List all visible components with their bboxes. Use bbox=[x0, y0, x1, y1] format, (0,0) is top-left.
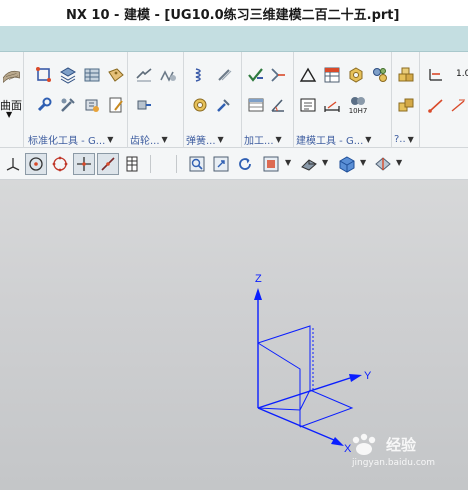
database-grid-icon[interactable] bbox=[82, 65, 102, 85]
x-axis-arrow bbox=[331, 437, 344, 446]
ribbon-group-gear: 齿轮... ▼ bbox=[128, 52, 184, 148]
grid-select-icon[interactable] bbox=[121, 153, 143, 175]
intersection-point-icon[interactable] bbox=[73, 153, 95, 175]
slope-tool-icon[interactable] bbox=[426, 95, 446, 115]
y-axis-label: Y bbox=[364, 370, 372, 382]
ribbon-group-modeling-tools: 10H7 建模工具 - G... ▼ bbox=[294, 52, 392, 148]
point-on-curve-icon[interactable] bbox=[97, 153, 119, 175]
toolbar-separator bbox=[150, 155, 151, 173]
spring-wire-icon[interactable] bbox=[214, 65, 234, 85]
ribbon-group-machining: 加工... ▼ bbox=[242, 52, 294, 148]
window-title: NX 10 - 建模 - [UG10.0练习三维建模二百二十五.prt] bbox=[66, 8, 400, 23]
ribbon-group-spring: 弹簧... ▼ bbox=[184, 52, 242, 148]
group-label-modeling-tools[interactable]: 建模工具 - G... ▼ bbox=[296, 132, 389, 147]
tools-icon[interactable] bbox=[58, 95, 78, 115]
axis-snap-icon[interactable] bbox=[2, 153, 24, 175]
spring-icon[interactable] bbox=[190, 65, 210, 85]
render-style-icon[interactable] bbox=[298, 153, 320, 175]
group-label-standard-tools[interactable]: 标准化工具 - G... ▼ bbox=[28, 132, 125, 147]
frame-icon[interactable] bbox=[34, 65, 54, 85]
watermark-brand: 经验 bbox=[386, 436, 417, 454]
y-axis-arrow bbox=[349, 374, 362, 382]
render-style-dropdown[interactable]: ▼ bbox=[322, 158, 328, 167]
ribbon-group-standard-tools: 标准化工具 - G... ▼ bbox=[26, 52, 128, 148]
angle-tool-icon[interactable] bbox=[268, 95, 288, 115]
dimension-icon[interactable] bbox=[322, 95, 342, 115]
baidu-watermark: 经验 jingyan.baidu.com bbox=[348, 432, 440, 472]
ribbon-group-misc: ?.. ▼ bbox=[392, 52, 420, 148]
y-axis-line bbox=[257, 377, 351, 409]
yz-plane-outline bbox=[257, 325, 311, 390]
baidu-paw-icon bbox=[352, 433, 376, 455]
triangle-icon[interactable] bbox=[298, 65, 318, 85]
parts-group-icon[interactable] bbox=[370, 65, 390, 85]
pan-view-icon[interactable] bbox=[210, 153, 232, 175]
fit-code-label: 10H7 bbox=[348, 107, 368, 115]
view-orientation-dropdown[interactable]: ▼ bbox=[285, 158, 291, 167]
layers-icon[interactable] bbox=[58, 65, 78, 85]
group-label-misc[interactable]: ?.. ▼ bbox=[394, 132, 417, 146]
boxes-icon[interactable] bbox=[396, 65, 416, 85]
gear-mesh-icon[interactable] bbox=[134, 65, 154, 85]
graphics-viewport[interactable]: Z Y X 经验 jingyan.baidu.com bbox=[0, 180, 468, 490]
fit-tolerance-icon[interactable]: 10H7 bbox=[346, 92, 370, 118]
gear-rack-icon[interactable] bbox=[158, 65, 178, 85]
surface-icon[interactable] bbox=[0, 62, 24, 88]
text-box-icon[interactable] bbox=[298, 95, 318, 115]
nut-icon[interactable] bbox=[346, 65, 366, 85]
xz-plane-outline bbox=[257, 342, 301, 411]
spring-tool-icon[interactable] bbox=[214, 95, 234, 115]
gear-tool-icon[interactable] bbox=[134, 95, 154, 115]
section-view-dropdown[interactable]: ▼ bbox=[396, 158, 402, 167]
quadrant-point-icon[interactable] bbox=[49, 153, 71, 175]
xy-plane-outline bbox=[299, 389, 354, 428]
document-edit-icon[interactable] bbox=[106, 95, 126, 115]
machining-tool-icon[interactable] bbox=[268, 65, 288, 85]
radius-tool-icon[interactable] bbox=[448, 95, 468, 115]
group-label-spring[interactable]: 弹簧... ▼ bbox=[186, 132, 239, 147]
spreadsheet-icon[interactable] bbox=[322, 65, 342, 85]
blue-cube-icon[interactable] bbox=[336, 153, 358, 175]
z-axis-arrow bbox=[254, 288, 262, 300]
center-point-icon[interactable] bbox=[25, 153, 47, 175]
x-axis-line bbox=[257, 407, 335, 441]
spring-coil-icon[interactable] bbox=[190, 95, 210, 115]
ribbon-group-surface: 曲面 ▼ bbox=[0, 52, 24, 148]
watermark-site: jingyan.baidu.com bbox=[352, 458, 436, 468]
table-list-icon[interactable] bbox=[246, 95, 266, 115]
selection-toolbar: ▼ ▼ ▼ ▼ bbox=[0, 148, 468, 180]
boxes-stack-icon[interactable] bbox=[396, 95, 416, 115]
toolbar-separator bbox=[176, 155, 177, 173]
cube-dropdown[interactable]: ▼ bbox=[360, 158, 366, 167]
ribbon-tab-strip bbox=[0, 26, 468, 52]
section-view-icon[interactable] bbox=[372, 153, 394, 175]
surface-dropdown-arrow[interactable]: ▼ bbox=[6, 110, 12, 119]
view-orientation-icon[interactable] bbox=[260, 153, 282, 175]
title-bar: NX 10 - 建模 - [UG10.0练习三维建模二百二十五.prt] bbox=[0, 0, 468, 26]
ribbon-group-partial-right: 1.0 bbox=[420, 52, 468, 148]
zoom-window-icon[interactable] bbox=[186, 153, 208, 175]
part-library-icon[interactable] bbox=[82, 95, 102, 115]
partial-value-label: 1.0 bbox=[456, 69, 468, 79]
refresh-icon[interactable] bbox=[234, 153, 256, 175]
group-label-gear[interactable]: 齿轮... ▼ bbox=[130, 132, 181, 147]
ribbon: 曲面 ▼ 标准化工具 - G... ▼ 齿轮... ▼ 弹簧... ▼ 加工..… bbox=[0, 52, 468, 148]
wrench-blue-icon[interactable] bbox=[34, 95, 54, 115]
coordinate-tool-icon[interactable] bbox=[426, 65, 446, 85]
z-axis-label: Z bbox=[255, 273, 262, 285]
check-tool-icon[interactable] bbox=[246, 65, 266, 85]
tag-icon[interactable] bbox=[106, 65, 126, 85]
group-label-machining[interactable]: 加工... ▼ bbox=[244, 132, 291, 147]
